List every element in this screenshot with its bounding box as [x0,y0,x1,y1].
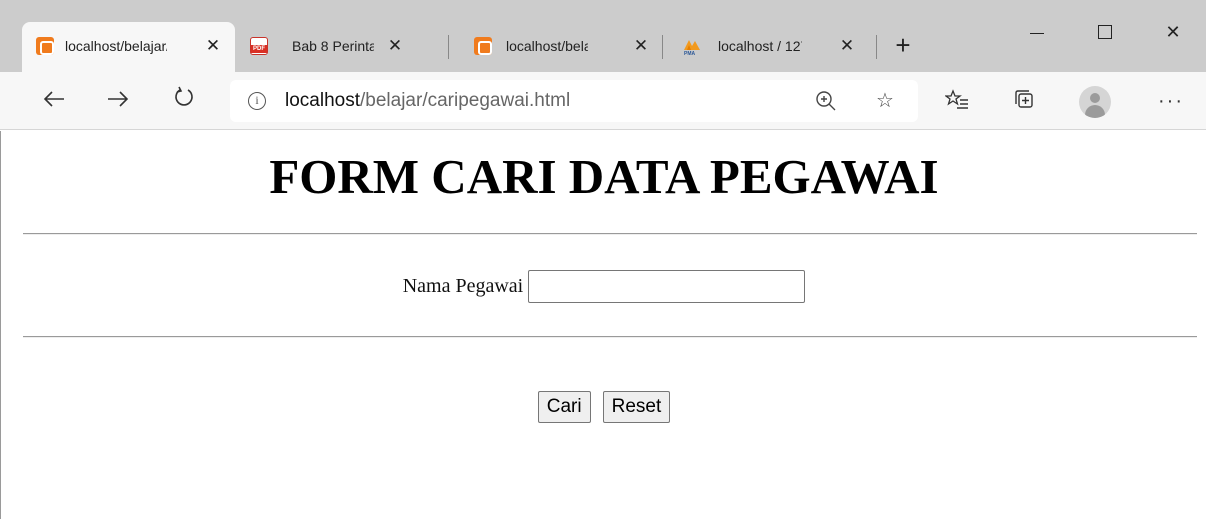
reset-button[interactable]: Reset [602,391,671,423]
tab-separator [662,35,663,59]
tab-close-icon[interactable]: ✕ [384,35,406,57]
tab-title: localhost / 127.0.0.1 [718,38,802,54]
forward-button[interactable] [102,85,134,117]
divider [23,336,1197,338]
minimize-icon [1030,33,1044,34]
page-title: FORM CARI DATA PEGAWAI [269,149,939,204]
close-window-button[interactable]: ✕ [1150,14,1196,50]
pdf-icon: PDF [250,37,268,55]
collections-icon[interactable] [1012,89,1038,115]
tab-title: localhost/belajar [506,38,588,54]
form-buttons: Cari Reset [1,390,1206,424]
page-content: FORM CARI DATA PEGAWAI Nama Pegawai Cari… [0,131,1206,519]
refresh-icon [175,86,193,106]
svg-text:PMA: PMA [684,51,696,55]
tab-pdf[interactable]: PDF Bab 8 Perintah ✕ [236,22,446,72]
profile-avatar[interactable] [1079,86,1111,118]
divider [23,233,1197,235]
more-menu-button[interactable]: ··· [1154,86,1188,116]
arrow-right-icon [108,91,129,107]
avatar-body [1085,105,1105,118]
add-favorite-icon[interactable]: ☆ [873,90,897,114]
minimize-button[interactable] [1014,14,1060,50]
employee-name-label: Nama Pegawai [402,274,524,297]
avatar-head [1090,93,1100,103]
employee-name-input[interactable] [528,269,806,303]
tab-separator [876,35,877,59]
tab-close-icon[interactable]: ✕ [836,35,858,57]
refresh-button[interactable] [168,85,200,117]
tab-phpmyadmin[interactable]: PMA localhost / 127.0.0.1 ✕ [664,22,874,72]
search-button[interactable]: Cari [537,391,591,423]
maximize-icon [1098,25,1112,39]
tab-title: Bab 8 Perintah [292,38,374,54]
arrow-left-icon [43,91,64,107]
back-button[interactable] [38,85,70,117]
close-icon: ✕ [1165,22,1181,42]
tab-localhost[interactable]: localhost/belajar ✕ [450,22,660,72]
employee-name-row: Nama Pegawai [1,268,1206,304]
info-icon[interactable]: i [248,92,266,110]
browser-toolbar: i localhost/belajar/caripegawai.html ☆ ·… [0,72,1206,130]
tab-separator [448,35,449,59]
favorites-icon[interactable] [944,89,970,115]
xampp-icon [36,37,54,55]
tab-close-icon[interactable]: ✕ [630,35,652,57]
tab-title: localhost/belajar/caripegawai.html [65,38,167,54]
url-text: localhost/belajar/caripegawai.html [285,90,571,111]
tab-strip: localhost/belajar/caripegawai.html ✕ PDF… [0,0,1206,72]
tab-localhost-active[interactable]: localhost/belajar/caripegawai.html ✕ [22,22,235,72]
new-tab-button[interactable]: + [890,32,916,59]
xampp-icon [474,37,492,55]
address-bar[interactable]: i localhost/belajar/caripegawai.html ☆ [230,80,918,122]
zoom-in-icon[interactable] [814,89,838,113]
maximize-button[interactable] [1082,14,1128,50]
tab-close-icon[interactable]: ✕ [202,35,224,57]
phpmyadmin-icon: PMA [682,37,700,57]
